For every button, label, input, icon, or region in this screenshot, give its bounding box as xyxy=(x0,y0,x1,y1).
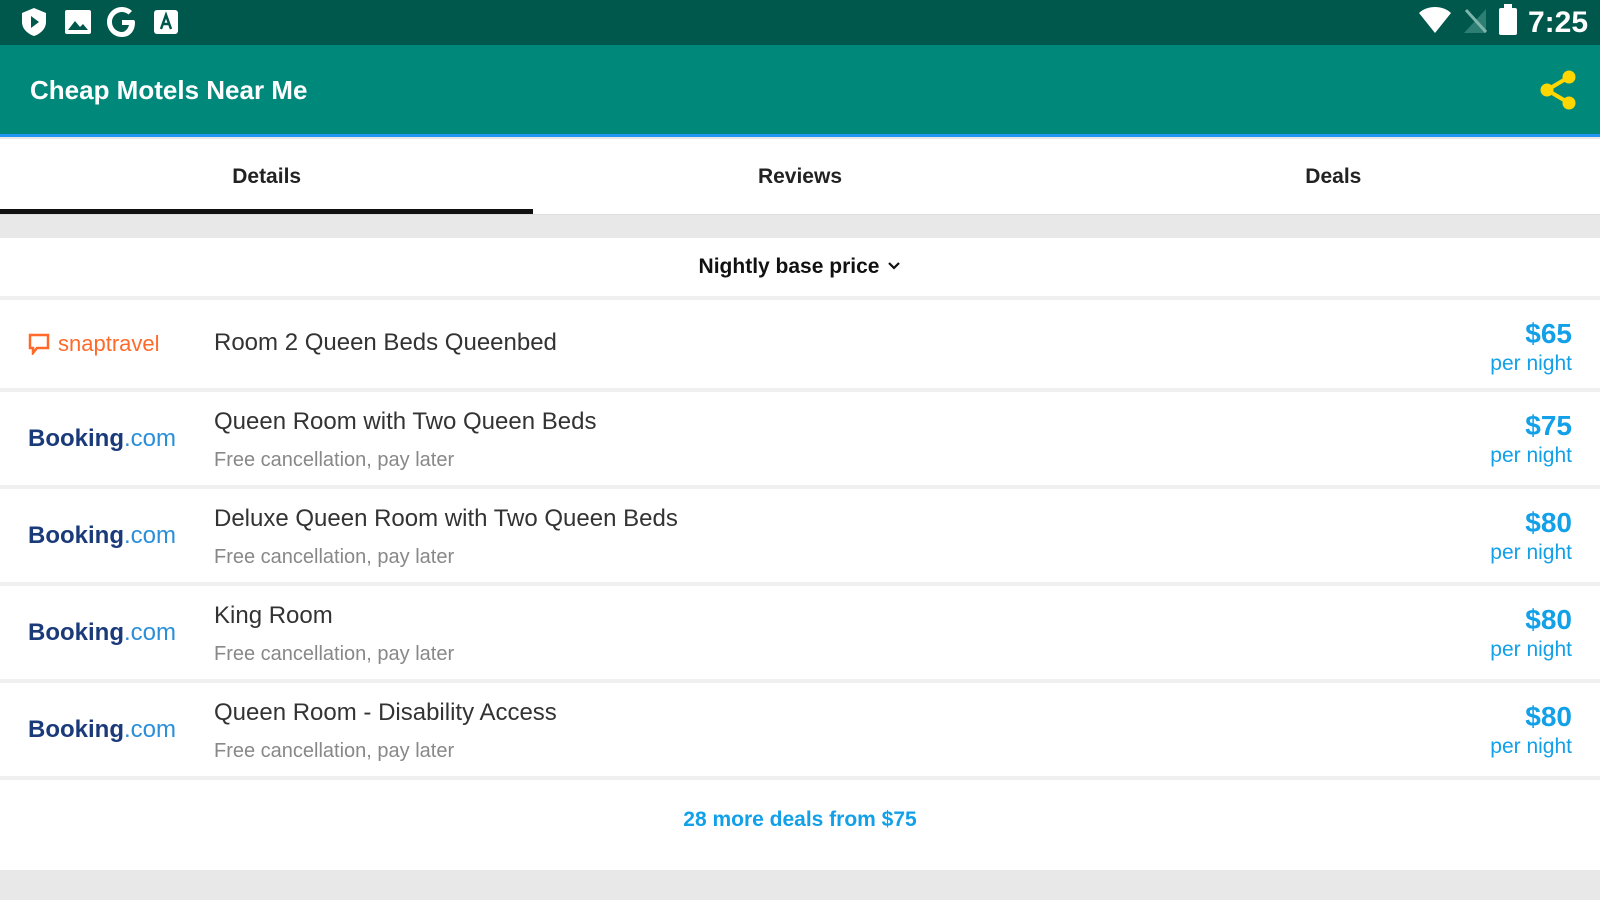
list-item[interactable]: snaptravel Room 2 Queen Beds Queenbed $6… xyxy=(0,300,1600,392)
no-signal-icon xyxy=(1462,6,1488,39)
sort-dropdown[interactable]: Nightly base price xyxy=(0,238,1600,300)
battery-icon xyxy=(1498,4,1518,41)
room-title: Queen Room with Two Queen Beds xyxy=(214,408,597,435)
tab-deals[interactable]: Deals xyxy=(1067,139,1600,214)
provider-logo-booking: Booking.com xyxy=(28,424,177,452)
room-subtitle: Free cancellation, pay later xyxy=(214,449,455,471)
price-unit: per night xyxy=(1490,735,1572,758)
price: $75 xyxy=(1525,410,1572,441)
price-unit: per night xyxy=(1490,352,1572,375)
room-title: Queen Room - Disability Access xyxy=(214,699,557,726)
price: $80 xyxy=(1525,604,1572,635)
room-title: Deluxe Queen Room with Two Queen Beds xyxy=(214,505,678,532)
provider-name: snaptravel xyxy=(58,331,160,356)
page-title: Cheap Motels Near Me xyxy=(30,75,308,105)
price: $80 xyxy=(1525,701,1572,732)
room-subtitle: Free cancellation, pay later xyxy=(214,546,455,568)
price: $65 xyxy=(1525,318,1572,349)
provider-logo-booking: Booking.com xyxy=(28,521,177,549)
room-title: King Room xyxy=(214,602,333,629)
tab-bar: Details Reviews Deals xyxy=(0,139,1600,215)
wifi-icon xyxy=(1418,6,1452,39)
chevron-down-icon xyxy=(887,258,901,276)
tab-details[interactable]: Details xyxy=(0,139,534,214)
list-item[interactable]: Booking.com Queen Room with Two Queen Be… xyxy=(0,392,1600,489)
tab-reviews[interactable]: Reviews xyxy=(533,139,1066,214)
list-item[interactable]: Booking.com Queen Room - Disability Acce… xyxy=(0,683,1600,780)
provider-logo-snaptravel: snaptravel xyxy=(28,331,160,357)
list-item[interactable]: Booking.com Deluxe Queen Room with Two Q… xyxy=(0,489,1600,586)
app-store-icon xyxy=(150,6,182,38)
list-item[interactable]: Booking.com King Room Free cancellation,… xyxy=(0,586,1600,683)
room-title: Room 2 Queen Beds Queenbed xyxy=(214,329,557,356)
price-unit: per night xyxy=(1490,541,1572,564)
play-shield-icon xyxy=(18,6,50,38)
price-unit: per night xyxy=(1490,638,1572,661)
image-icon xyxy=(62,6,94,38)
google-icon xyxy=(106,6,138,38)
snaptravel-icon xyxy=(28,333,50,355)
clock: 7:25 xyxy=(1527,5,1588,39)
price: $80 xyxy=(1525,507,1572,538)
room-subtitle: Free cancellation, pay later xyxy=(214,643,455,665)
share-button[interactable] xyxy=(1538,69,1578,111)
price-unit: per night xyxy=(1490,444,1572,467)
provider-logo-booking: Booking.com xyxy=(28,618,177,646)
room-subtitle: Free cancellation, pay later xyxy=(214,740,455,762)
share-icon xyxy=(1540,70,1576,110)
more-deals-link[interactable]: 28 more deals from $75 xyxy=(0,780,1600,860)
status-bar: 7:25 xyxy=(0,0,1600,45)
sort-label: Nightly base price xyxy=(698,255,880,278)
deals-card: Nightly base price snaptravel Room 2 Que… xyxy=(0,238,1600,870)
app-bar: Cheap Motels Near Me xyxy=(0,45,1600,137)
provider-logo-booking: Booking.com xyxy=(28,715,177,743)
